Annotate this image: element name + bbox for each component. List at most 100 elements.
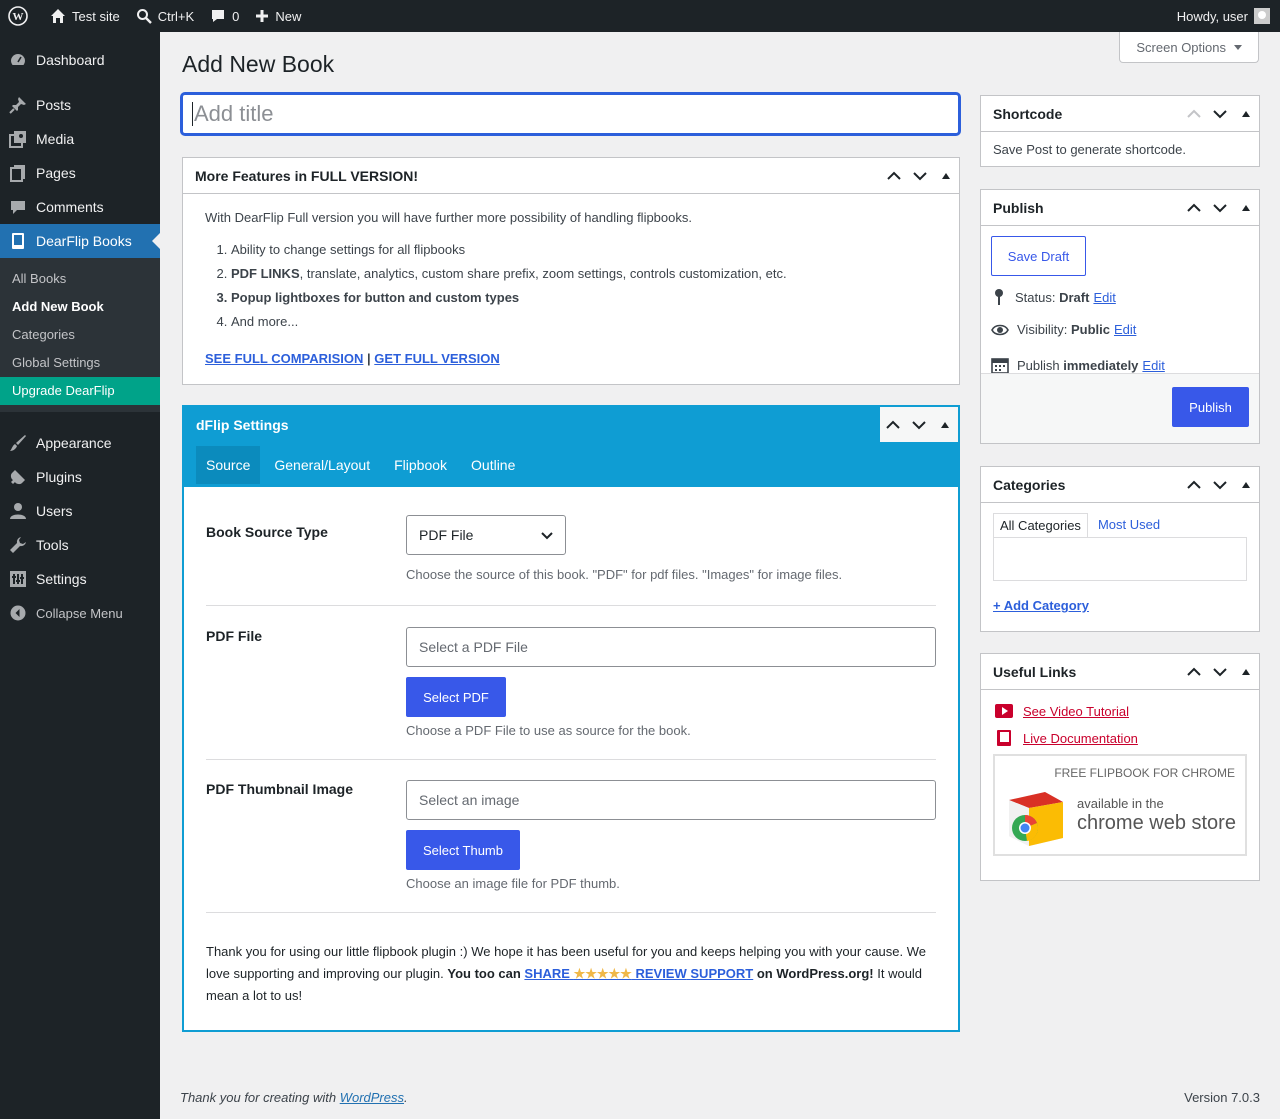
site-name-link[interactable]: Test site bbox=[42, 0, 128, 32]
share-review-support-link[interactable]: SHARE ★★★★★ REVIEW SUPPORT bbox=[524, 966, 753, 981]
submenu-upgrade-dearflip[interactable]: Upgrade DearFlip bbox=[0, 377, 160, 405]
visibility-label: Visibility: bbox=[1017, 322, 1068, 337]
tab-general-layout[interactable]: General/Layout bbox=[264, 446, 380, 484]
move-down-icon[interactable] bbox=[1207, 467, 1233, 503]
menu-appearance[interactable]: Appearance bbox=[0, 426, 160, 460]
move-up-icon[interactable] bbox=[1181, 467, 1207, 503]
toggle-panel-icon[interactable] bbox=[1233, 96, 1259, 132]
edit-status-link[interactable]: Edit bbox=[1093, 290, 1115, 305]
submenu-add-new-book[interactable]: Add New Book bbox=[0, 293, 160, 321]
video-tutorial-link[interactable]: See Video Tutorial bbox=[1023, 704, 1129, 719]
menu-label: Posts bbox=[36, 97, 72, 113]
pdf-thumb-input[interactable]: Select an image bbox=[406, 780, 936, 820]
page-title: Add New Book bbox=[182, 51, 335, 77]
menu-plugins[interactable]: Plugins bbox=[0, 460, 160, 494]
tab-flipbook[interactable]: Flipbook bbox=[384, 446, 457, 484]
menu-label: Dashboard bbox=[36, 52, 105, 68]
see-comparison-link[interactable]: SEE FULL COMPARISION bbox=[205, 351, 363, 366]
schedule-value: immediately bbox=[1063, 357, 1139, 373]
pdf-file-desc: Choose a PDF File to use as source for t… bbox=[406, 723, 691, 738]
category-checklist[interactable] bbox=[993, 537, 1247, 581]
status-label: Status: bbox=[1015, 289, 1056, 305]
pin-icon bbox=[995, 289, 1003, 305]
menu-comments[interactable]: Comments bbox=[0, 190, 160, 224]
move-up-icon[interactable] bbox=[1181, 96, 1207, 132]
menu-label: Plugins bbox=[36, 469, 82, 485]
collapse-menu-button[interactable]: Collapse Menu bbox=[0, 596, 160, 630]
schedule-row: Publish immediately Edit bbox=[991, 356, 1165, 374]
wordpress-logo-icon[interactable]: W bbox=[0, 0, 42, 32]
wordpress-link[interactable]: WordPress bbox=[340, 1090, 404, 1105]
source-type-desc: Choose the source of this book. "PDF" fo… bbox=[406, 567, 843, 582]
submenu-all-books[interactable]: All Books bbox=[0, 265, 160, 293]
menu-pages[interactable]: Pages bbox=[0, 156, 160, 190]
settings-icon bbox=[8, 569, 28, 589]
menu-dearflip-books[interactable]: DearFlip Books bbox=[0, 224, 160, 258]
live-documentation-link[interactable]: Live Documentation bbox=[1023, 731, 1138, 746]
pdf-file-placeholder: Select a PDF File bbox=[419, 639, 528, 655]
menu-media[interactable]: Media bbox=[0, 122, 160, 156]
menu-users[interactable]: Users bbox=[0, 494, 160, 528]
search-command[interactable]: Ctrl+K bbox=[128, 0, 202, 32]
edit-visibility-link[interactable]: Edit bbox=[1114, 322, 1136, 337]
toggle-panel-icon[interactable] bbox=[1233, 467, 1259, 503]
publish-button[interactable]: Publish bbox=[1172, 387, 1249, 427]
submenu-global-settings[interactable]: Global Settings bbox=[0, 349, 160, 377]
move-down-icon[interactable] bbox=[1207, 190, 1233, 226]
features-heading: More Features in FULL VERSION! bbox=[195, 167, 418, 184]
comments-link[interactable]: 0 bbox=[202, 0, 247, 32]
move-down-icon[interactable] bbox=[906, 407, 932, 443]
edit-schedule-link[interactable]: Edit bbox=[1142, 358, 1164, 373]
categories-box: Categories All Categories Most Used + Ad… bbox=[980, 466, 1260, 632]
move-up-icon[interactable] bbox=[1181, 654, 1207, 690]
book-icon bbox=[997, 730, 1011, 746]
menu-posts[interactable]: Posts bbox=[0, 88, 160, 122]
menu-label: DearFlip Books bbox=[36, 233, 132, 249]
account-menu[interactable]: Howdy, user bbox=[1169, 0, 1280, 32]
source-type-select[interactable]: PDF File bbox=[406, 515, 566, 555]
toggle-panel-icon[interactable] bbox=[1233, 654, 1259, 690]
new-content-link[interactable]: New bbox=[247, 0, 309, 32]
menu-dashboard[interactable]: Dashboard bbox=[0, 43, 160, 77]
shortcode-header: Shortcode bbox=[981, 96, 1259, 132]
tab-outline[interactable]: Outline bbox=[461, 446, 525, 484]
move-up-icon[interactable] bbox=[1181, 190, 1207, 226]
pdf-file-input[interactable]: Select a PDF File bbox=[406, 627, 936, 667]
tab-source[interactable]: Source bbox=[196, 445, 261, 484]
move-up-icon[interactable] bbox=[880, 407, 906, 443]
menu-settings[interactable]: Settings bbox=[0, 562, 160, 596]
shortcode-text: Save Post to generate shortcode. bbox=[993, 142, 1186, 157]
select-thumb-button[interactable]: Select Thumb bbox=[406, 830, 520, 870]
toggle-panel-icon[interactable] bbox=[932, 407, 958, 443]
title-input[interactable]: Add title bbox=[181, 93, 960, 135]
pdf-file-label: PDF File bbox=[206, 628, 263, 644]
toggle-panel-icon[interactable] bbox=[1233, 190, 1259, 226]
list-item: Ability to change settings for all flipb… bbox=[231, 241, 937, 265]
admin-sidebar: Dashboard Posts Media Pages Comments Dea… bbox=[0, 32, 160, 1119]
video-play-icon bbox=[995, 704, 1013, 718]
dearflip-submenu: All Books Add New Book Categories Global… bbox=[0, 258, 160, 412]
submenu-categories[interactable]: Categories bbox=[0, 321, 160, 349]
menu-tools[interactable]: Tools bbox=[0, 528, 160, 562]
move-down-icon[interactable] bbox=[907, 158, 933, 194]
add-category-link[interactable]: + Add Category bbox=[993, 598, 1089, 613]
shortcode-heading: Shortcode bbox=[993, 105, 1063, 122]
move-down-icon[interactable] bbox=[1207, 654, 1233, 690]
chrome-banner-title: FREE FLIPBOOK FOR CHROME bbox=[1054, 766, 1235, 780]
screen-options-button[interactable]: Screen Options bbox=[1119, 32, 1259, 63]
item2-rest: , translate, analytics, custom share pre… bbox=[299, 266, 787, 281]
move-up-icon[interactable] bbox=[881, 158, 907, 194]
toggle-panel-icon[interactable] bbox=[933, 158, 959, 194]
dflip-header: dFlip Settings bbox=[184, 407, 958, 442]
move-down-icon[interactable] bbox=[1207, 96, 1233, 132]
admin-bar: W Test site Ctrl+K 0 New Howdy, user bbox=[0, 0, 1280, 32]
plus-icon bbox=[256, 10, 269, 22]
chrome-web-store-banner[interactable]: FREE FLIPBOOK FOR CHROME available in th… bbox=[993, 754, 1247, 856]
get-full-version-link[interactable]: GET FULL VERSION bbox=[374, 351, 499, 366]
select-pdf-button[interactable]: Select PDF bbox=[406, 677, 506, 717]
tab-most-used[interactable]: Most Used bbox=[1092, 513, 1166, 537]
shortcode-box: Shortcode Save Post to generate shortcod… bbox=[980, 95, 1260, 167]
collapse-label: Collapse Menu bbox=[36, 605, 123, 621]
tab-all-categories[interactable]: All Categories bbox=[993, 513, 1088, 537]
save-draft-button[interactable]: Save Draft bbox=[991, 236, 1086, 276]
